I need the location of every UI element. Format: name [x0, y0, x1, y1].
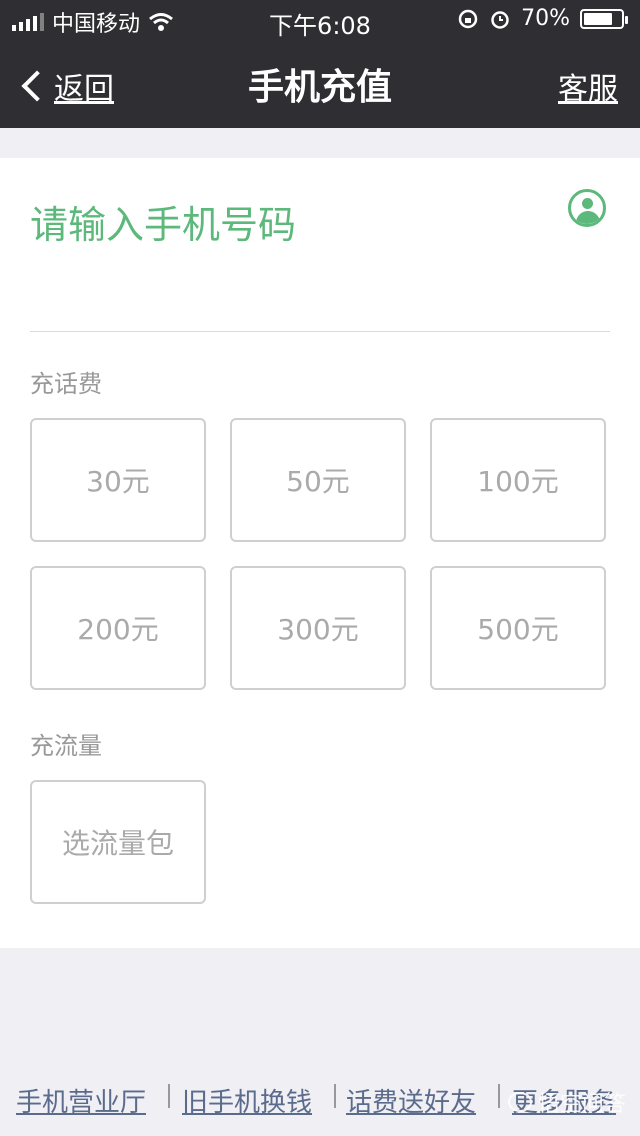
battery-percent: 70%: [521, 6, 570, 31]
phone-number-input[interactable]: 请输入手机号码: [30, 194, 296, 249]
nav-bar: 返回 手机充值 客服: [0, 40, 640, 128]
divider: [30, 331, 610, 332]
topup-option-50[interactable]: 50元: [230, 418, 406, 542]
footer-link-mobile-hall[interactable]: 手机营业厅: [16, 1082, 146, 1119]
recharge-card: 请输入手机号码 充话费 30元 50元 100元 200元 300元 500元 …: [0, 158, 640, 948]
top-bar: 中国移动 下午6:08 70% 返回 手机充值 客服: [0, 0, 640, 128]
topup-option-200[interactable]: 200元: [30, 566, 206, 690]
rotation-lock-icon: [458, 9, 478, 28]
topup-section-label: 充话费: [30, 370, 102, 398]
speech-bubble-icon: [507, 1092, 532, 1112]
data-section-label: 充流量: [30, 732, 102, 760]
topup-option-500[interactable]: 500元: [430, 566, 606, 690]
contact-icon[interactable]: [568, 189, 606, 227]
watermark: 悟空问答: [507, 1086, 626, 1118]
topup-option-30[interactable]: 30元: [30, 418, 206, 542]
alarm-icon: [491, 10, 509, 29]
footer-link-trade-in[interactable]: 旧手机换钱: [182, 1082, 312, 1119]
battery-icon: [580, 8, 628, 29]
footer-separator: [168, 1084, 170, 1108]
topup-option-300[interactable]: 300元: [230, 566, 406, 690]
footer-separator: [498, 1084, 500, 1108]
status-bar: 中国移动 下午6:08 70%: [0, 0, 640, 40]
footer-link-gift-credit[interactable]: 话费送好友: [346, 1082, 476, 1119]
watermark-text: 悟空问答: [537, 1092, 626, 1117]
data-package-option[interactable]: 选流量包: [30, 780, 206, 904]
topup-option-100[interactable]: 100元: [430, 418, 606, 542]
page-title: 手机充值: [247, 67, 392, 108]
customer-service-button[interactable]: 客服: [558, 64, 618, 108]
footer-separator: [334, 1084, 336, 1108]
